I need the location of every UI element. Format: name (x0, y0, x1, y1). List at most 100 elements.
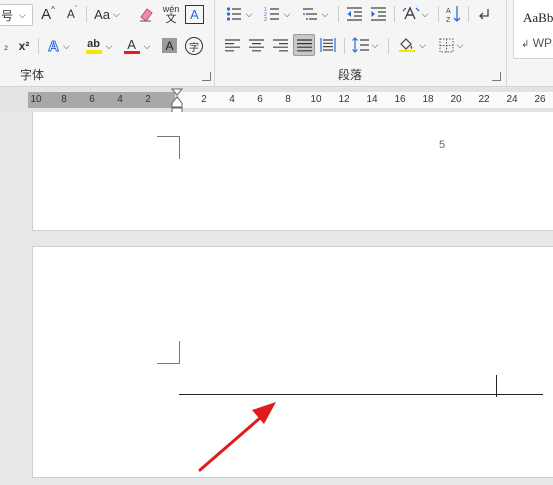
page-previous[interactable]: 5 (32, 112, 553, 231)
ruler-tick: 18 (422, 94, 434, 105)
crop-mark (157, 341, 180, 364)
multilevel-list-icon (302, 8, 317, 20)
char-border-button[interactable]: A (185, 5, 204, 24)
char-shading-button[interactable]: A (162, 38, 177, 53)
multilevel-list-button[interactable]: ⌵ (298, 4, 332, 24)
shrink-font-icon: A (66, 7, 75, 21)
font-size-select[interactable]: 号 ⌵ (0, 4, 33, 26)
chevron-down-icon: ⌵ (283, 8, 291, 19)
bullet-list-icon (226, 7, 241, 21)
group-divider (214, 0, 215, 86)
show-hide-marks-button[interactable] (474, 4, 494, 24)
text-effect-icon: A (48, 37, 60, 55)
shading-button[interactable]: ⌵ (394, 35, 430, 55)
separator (338, 6, 339, 22)
font-dialog-launcher[interactable] (202, 72, 211, 81)
align-left-icon (224, 38, 240, 51)
font-color-text: A (127, 36, 136, 52)
grow-font-button[interactable]: A ^ (38, 4, 58, 24)
align-center-button[interactable] (246, 35, 266, 55)
decrease-indent-button[interactable] (344, 4, 364, 24)
svg-text:A: A (446, 8, 451, 15)
ruler-tick: 2 (145, 94, 151, 105)
arrow-up-icon: ^ (51, 4, 55, 14)
clear-format-button[interactable] (136, 4, 156, 24)
separator (388, 38, 389, 54)
text-cursor (496, 375, 497, 397)
chevron-down-icon: ⌵ (113, 8, 120, 19)
numbering-button[interactable]: 123 ⌵ (260, 4, 294, 24)
paragraph-mark-icon (479, 9, 489, 20)
distributed-align-icon (320, 38, 336, 52)
distribute-button[interactable] (318, 35, 338, 55)
ruler-tick: 8 (285, 94, 291, 105)
chevron-down-icon: ⌵ (456, 39, 464, 50)
paragraph-dialog-launcher[interactable] (492, 72, 501, 81)
align-right-button[interactable] (270, 35, 290, 55)
ruler-tick: 10 (30, 94, 42, 105)
page-current[interactable] (32, 246, 553, 478)
sort-button[interactable]: AZ (444, 4, 464, 24)
sort-az-icon: AZ (446, 6, 461, 23)
chevron-down-icon: ⌵ (63, 40, 70, 51)
outdent-icon (346, 7, 362, 21)
align-left-button[interactable] (222, 35, 242, 55)
numbered-list-icon: 123 (264, 7, 279, 22)
grow-font-icon: A (41, 5, 52, 23)
highlight-text: ab (87, 37, 100, 50)
text-effect-button[interactable]: A ⌵ (42, 36, 76, 56)
chevron-down-icon: ⌵ (105, 40, 113, 51)
arrow-down-icon: ˇ (74, 5, 78, 13)
pinyin-guide-button[interactable]: wén 文 (161, 2, 181, 26)
indent-icon (370, 7, 386, 21)
superscript-icon: x² (18, 39, 30, 53)
chevron-down-icon: ⌵ (321, 8, 329, 19)
shrink-font-button[interactable]: Aˇ (62, 4, 82, 24)
line-spacing-icon (351, 37, 369, 53)
enclose-char-icon: 字 (189, 42, 199, 54)
chevron-down-icon: ⌵ (143, 40, 151, 51)
chevron-down-icon: ⌵ (245, 8, 253, 19)
justify-button[interactable] (293, 34, 315, 56)
align-center-icon (248, 38, 264, 51)
highlight-color-bar (85, 49, 102, 54)
page-number: 5 (439, 139, 446, 151)
separator (438, 6, 439, 22)
ruler-tick: 22 (478, 94, 490, 105)
separator (38, 38, 39, 54)
subscript-button[interactable]: ₂ (0, 36, 12, 56)
highlight-button[interactable]: ab ⌵ (82, 36, 116, 56)
change-case-icon: Aa (94, 6, 111, 22)
style-normal[interactable]: AaBb (523, 10, 553, 26)
superscript-button[interactable]: x² (14, 36, 34, 56)
increase-indent-button[interactable] (368, 4, 388, 24)
svg-text:3: 3 (264, 17, 267, 22)
font-color-button[interactable]: A ⌵ (120, 36, 154, 56)
bullets-button[interactable]: ⌵ (222, 4, 256, 24)
ruler-tick: 24 (506, 94, 518, 105)
font-size-value: 号 (1, 8, 14, 23)
line-spacing-button[interactable]: ⌵ (348, 35, 382, 55)
pinyin-char: 文 (165, 13, 177, 25)
ruler-tick: 6 (257, 94, 263, 105)
font-group-label: 字体 (20, 68, 45, 82)
chinese-layout-button[interactable]: ⌵ (398, 4, 432, 24)
ruler-tick: 10 (310, 94, 322, 105)
borders-button[interactable]: ⌵ (434, 35, 468, 55)
ruler-tick: 12 (338, 94, 350, 105)
chevron-down-icon: ⌵ (371, 39, 379, 50)
style-wps[interactable]: ↲ WPS (521, 36, 553, 50)
change-case-button[interactable]: Aa ⌵ (90, 4, 124, 24)
font-color-bar (123, 50, 140, 54)
ruler-tick: 6 (89, 94, 95, 105)
separator (468, 6, 469, 22)
char-border-icon: A (190, 7, 199, 22)
enclose-char-button[interactable]: 字 (185, 37, 203, 55)
paint-bucket-icon (399, 38, 416, 52)
styles-gallery[interactable]: AaBb ↲ WPS (513, 0, 553, 59)
paragraph-group-label: 段落 (338, 68, 363, 82)
svg-text:Z: Z (446, 17, 451, 23)
ruler-tick: 4 (229, 94, 235, 105)
chevron-down-icon: ⌵ (421, 8, 429, 19)
font-color-icon: A (123, 36, 140, 54)
